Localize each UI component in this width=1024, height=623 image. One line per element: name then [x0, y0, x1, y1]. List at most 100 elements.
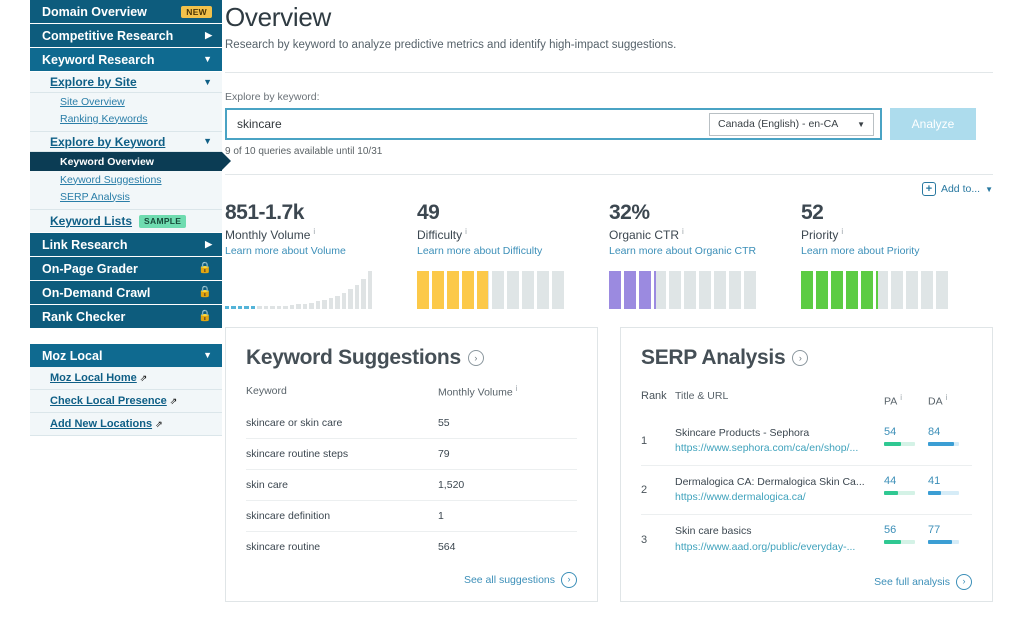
- cell-monthly-volume: 55: [437, 416, 450, 429]
- keyword-lists-link[interactable]: Keyword Lists: [50, 214, 132, 228]
- table-row[interactable]: 2 Dermalogica CA: Dermalogica Skin Ca... h…: [641, 464, 972, 515]
- column-header-keyword: Keyword: [246, 385, 287, 398]
- main-content: Overview Research by keyword to analyze …: [222, 0, 1024, 623]
- learn-more-volume-link[interactable]: Learn more about Volume: [225, 245, 417, 257]
- sparkline-bar: [283, 305, 288, 309]
- cell-pa: 54: [884, 417, 928, 466]
- table-row[interactable]: skincare definition 1: [246, 499, 577, 531]
- sidebar-item-link-research[interactable]: Link Research ▶: [30, 233, 222, 257]
- info-icon[interactable]: i: [516, 384, 518, 393]
- segment-bar: [447, 271, 459, 309]
- sidebar-item-domain-overview[interactable]: Domain Overview NEW: [30, 0, 222, 24]
- chevron-right-circle-icon[interactable]: ›: [467, 350, 484, 366]
- info-icon[interactable]: i: [900, 393, 902, 402]
- plus-icon: +: [921, 182, 936, 196]
- check-local-presence-link[interactable]: Check Local Presence: [50, 395, 167, 407]
- serp-analysis-card: SERP Analysis › Rank Title & URL PA i DA i…: [620, 327, 993, 602]
- page-title: Overview: [225, 2, 331, 32]
- info-icon[interactable]: i: [841, 227, 843, 236]
- metric-mini-bar-fill: [884, 540, 902, 545]
- metric-mini-bar: [928, 441, 959, 446]
- table-row[interactable]: 1 Skincare Products - Sephora https://www.…: [641, 417, 972, 466]
- lock-icon: 🔒: [198, 262, 212, 274]
- metric-number: 54: [884, 425, 897, 438]
- sidebar-item-on-demand-crawl[interactable]: On-Demand Crawl 🔒: [30, 281, 222, 305]
- table-row[interactable]: skin care 1,520: [246, 468, 577, 500]
- moz-local-block: Moz Local ▼ Moz Local Home ⇗ Check Local …: [30, 344, 222, 436]
- segment-bar: [537, 271, 549, 309]
- sidebar-group-explore-by-site[interactable]: Explore by Site ▼: [30, 72, 222, 93]
- moz-local-header[interactable]: Moz Local ▼: [30, 344, 222, 367]
- sidebar-item-on-page-grader[interactable]: On-Page Grader 🔒: [30, 257, 222, 281]
- cell-rank: 3: [641, 514, 675, 564]
- table-row[interactable]: skincare or skin care 55: [246, 408, 577, 439]
- search-input[interactable]: [227, 117, 709, 131]
- learn-more-priority-link[interactable]: Learn more about Priority: [801, 245, 993, 257]
- result-url[interactable]: https://www.aad.org/public/everyday-...: [675, 540, 884, 555]
- segment-bar: [669, 271, 681, 309]
- sidebar-item-keyword-suggestions[interactable]: Keyword Suggestions: [30, 171, 222, 188]
- new-badge: NEW: [181, 5, 212, 18]
- column-header-title-url: Title & URL: [675, 389, 729, 402]
- segment-fill: [609, 271, 621, 309]
- segment-bar: [432, 271, 444, 309]
- segment-bar: [624, 271, 636, 309]
- add-new-locations-link[interactable]: Add New Locations: [50, 418, 152, 430]
- sidebar-item-keyword-overview[interactable]: Keyword Overview: [30, 152, 231, 171]
- segment-fill: [432, 271, 444, 309]
- sidebar-item-rank-checker[interactable]: Rank Checker 🔒: [30, 305, 222, 329]
- segment-fill: [831, 271, 843, 309]
- segment-fill: [861, 271, 873, 309]
- info-icon[interactable]: i: [313, 227, 315, 236]
- explore-by-keyword-link[interactable]: Explore by Keyword: [50, 135, 203, 149]
- difficulty-segment-bars: [417, 271, 564, 309]
- segment-bar: [861, 271, 873, 309]
- table-row[interactable]: skincare routine steps 79: [246, 437, 577, 469]
- sidebar-item-label: Rank Checker: [42, 309, 126, 324]
- chevron-down-icon: ▼: [203, 136, 212, 146]
- add-to-button[interactable]: + Add to... ▼: [921, 182, 993, 196]
- table-row[interactable]: 3 Skin care basics https://www.aad.org/pub…: [641, 514, 972, 564]
- footer-link-label: See full analysis: [874, 575, 950, 588]
- primary-nav: Domain Overview NEW Competitive Research…: [30, 0, 231, 329]
- segment-fill: [462, 271, 474, 309]
- metric-value: 32%: [609, 201, 650, 224]
- result-url[interactable]: https://www.sephora.com/ca/en/shop/...: [675, 441, 884, 456]
- sparkline-bar: [263, 306, 269, 309]
- moz-local-item-home[interactable]: Moz Local Home ⇗: [30, 367, 222, 390]
- chevron-right-circle-icon[interactable]: ›: [792, 350, 809, 366]
- sidebar-item-keyword-lists[interactable]: Keyword Lists SAMPLE: [30, 209, 222, 232]
- cell-title-url: Skincare Products - Sephora https://www.s…: [675, 417, 884, 466]
- sparkline-bar: [270, 306, 275, 309]
- segment-fill: [876, 271, 879, 309]
- sidebar-item-ranking-keywords[interactable]: Ranking Keywords: [30, 110, 222, 127]
- sidebar-group-explore-by-keyword[interactable]: Explore by Keyword ▼: [30, 131, 222, 152]
- learn-more-difficulty-link[interactable]: Learn more about Difficulty: [417, 245, 609, 257]
- card-title: Keyword Suggestions: [246, 346, 461, 369]
- result-url[interactable]: https://www.dermalogica.ca/: [675, 490, 884, 505]
- explore-by-site-link[interactable]: Explore by Site: [50, 75, 203, 89]
- segment-fill: [624, 271, 636, 309]
- learn-more-organic-ctr-link[interactable]: Learn more about Organic CTR: [609, 245, 801, 257]
- info-icon[interactable]: i: [682, 227, 684, 236]
- table-row[interactable]: skincare routine 564: [246, 530, 577, 562]
- segment-bar: [654, 271, 666, 309]
- sidebar-item-keyword-research[interactable]: Keyword Research ▼: [30, 48, 222, 72]
- segment-fill: [654, 271, 657, 309]
- info-icon[interactable]: i: [946, 393, 948, 402]
- moz-local-item-presence[interactable]: Check Local Presence ⇗: [30, 390, 222, 413]
- info-icon[interactable]: i: [465, 227, 467, 236]
- search-box[interactable]: Canada (English) - en-CA ▼: [225, 108, 882, 140]
- see-all-suggestions-link[interactable]: See all suggestions ›: [246, 571, 577, 588]
- sidebar-item-site-overview[interactable]: Site Overview: [30, 93, 222, 110]
- language-select[interactable]: Canada (English) - en-CA ▼: [709, 112, 874, 136]
- moz-local-item-add-locations[interactable]: Add New Locations ⇗: [30, 413, 222, 436]
- sidebar-item-serp-analysis[interactable]: SERP Analysis: [30, 188, 222, 205]
- sparkline-bar: [341, 292, 347, 309]
- see-full-analysis-link[interactable]: See full analysis ›: [641, 573, 972, 590]
- sidebar-item-competitive-research[interactable]: Competitive Research ▶: [30, 24, 222, 48]
- cell-monthly-volume: 1,520: [437, 468, 577, 500]
- segment-fill: [846, 271, 858, 309]
- analyze-button[interactable]: Analyze: [890, 108, 976, 140]
- moz-local-home-link[interactable]: Moz Local Home: [50, 372, 137, 384]
